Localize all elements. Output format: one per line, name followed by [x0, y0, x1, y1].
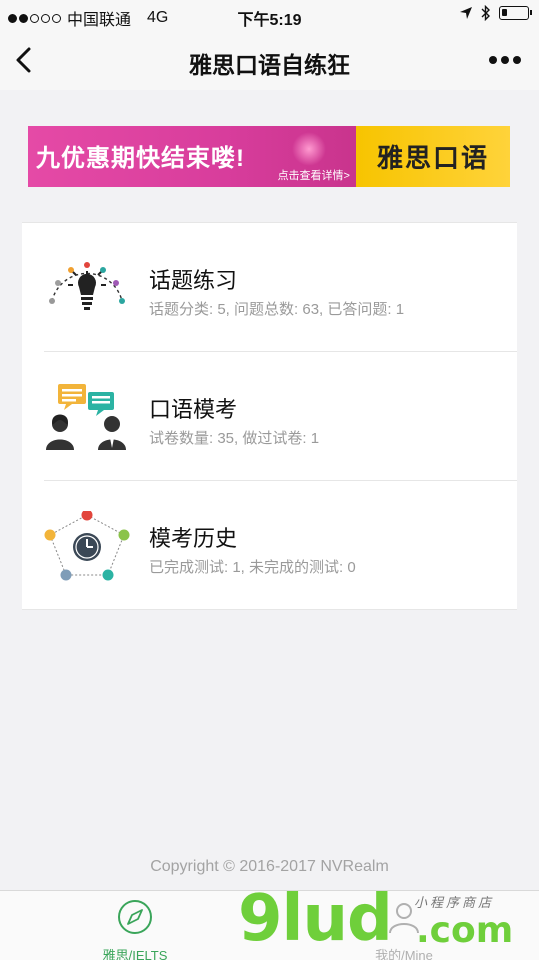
menu-item-mock-exam[interactable]: 口语模考 试卷数量: 35, 做过试卷: 1	[22, 352, 517, 481]
menu-item-desc: 话题分类: 5, 问题总数: 63, 已答问题: 1	[149, 301, 405, 318]
navigation-bar: 雅思口语自练狂	[0, 30, 539, 90]
menu-card: 话题练习 话题分类: 5, 问题总数: 63, 已答问题: 1 口语模考 试卷数…	[22, 222, 517, 610]
menu-item-desc: 试卷数量: 35, 做过试卷: 1	[149, 430, 320, 447]
status-bar: 中国联通 4G 下午5:19	[0, 0, 539, 30]
menu-item-title: 模考历史	[149, 526, 238, 551]
page-title: 雅思口语自练狂	[189, 52, 350, 78]
tab-label: 我的/Mine	[375, 948, 433, 960]
bluetooth-icon	[481, 5, 490, 21]
banner-main-text: 九优惠期快结束喽!	[36, 145, 245, 172]
promo-banner[interactable]: 九优惠期快结束喽! 点击查看详情> 雅思口语	[28, 126, 510, 187]
banner-left: 九优惠期快结束喽! 点击查看详情>	[28, 126, 356, 187]
more-dots-icon[interactable]	[489, 56, 521, 64]
menu-item-topic-practice[interactable]: 话题练习 话题分类: 5, 问题总数: 63, 已答问题: 1	[22, 223, 517, 352]
status-right	[459, 5, 532, 21]
menu-item-title: 话题练习	[149, 268, 238, 293]
user-icon	[389, 903, 419, 934]
menu-item-desc: 已完成测试: 1, 未完成的测试: 0	[149, 559, 356, 576]
conversation-icon	[46, 384, 126, 450]
location-arrow-icon	[460, 7, 472, 19]
banner-right-text: 雅思口语	[356, 126, 510, 187]
menu-item-exam-history[interactable]: 模考历史 已完成测试: 1, 未完成的测试: 0	[22, 481, 517, 610]
copyright-text: Copyright © 2016-2017 NVRealm	[150, 858, 389, 875]
tab-label: 雅思/IELTS	[102, 948, 168, 960]
tab-mine[interactable]: 我的/Mine	[324, 899, 484, 960]
battery-icon	[499, 6, 532, 20]
menu-item-title: 口语模考	[149, 397, 238, 422]
tab-ielts[interactable]: 雅思/IELTS	[55, 899, 215, 960]
tab-bar: 雅思/IELTS 我的/Mine	[0, 890, 539, 960]
banner-sub-text: 点击查看详情>	[277, 170, 350, 182]
lightbulb-icon	[49, 262, 125, 310]
clock-history-icon	[44, 511, 130, 581]
compass-icon	[118, 900, 152, 934]
